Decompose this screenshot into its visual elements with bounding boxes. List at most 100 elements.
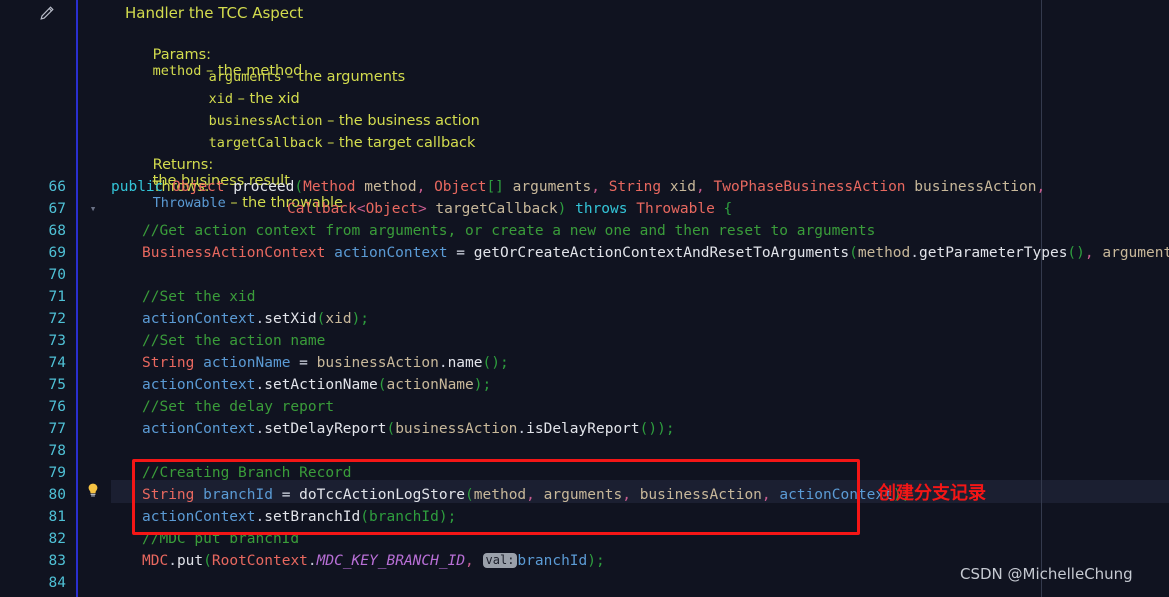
token-comma: , — [465, 553, 483, 569]
line-number[interactable]: 78 — [6, 440, 66, 462]
line-number[interactable]: 76 — [6, 396, 66, 418]
token-type: Throwable — [636, 201, 715, 217]
token-variable: actionContext — [334, 245, 448, 261]
token-comma: , — [622, 487, 640, 503]
token-dot: . — [255, 509, 265, 525]
line-number[interactable]: 70 — [6, 264, 66, 286]
token-type: String — [142, 355, 195, 371]
token-paren: ); — [351, 311, 370, 327]
token-method-name: proceed — [233, 179, 295, 195]
token-operator: = — [447, 245, 474, 261]
token-param: xid — [661, 179, 697, 195]
token-class: MDC — [142, 553, 169, 569]
token-variable: actionContext — [142, 377, 256, 393]
token-dot: . — [438, 355, 448, 371]
token-type: Object — [434, 179, 487, 195]
line-number[interactable]: 73 — [6, 330, 66, 352]
token-type: Object — [365, 201, 418, 217]
code-line-77[interactable]: actionContext.setDelayReport(businessAct… — [142, 418, 675, 440]
token-generic-close: > — [417, 201, 427, 217]
token-keyword: public — [111, 179, 164, 195]
token-dot: . — [255, 311, 265, 327]
line-number[interactable]: 68 — [6, 220, 66, 242]
code-line-66[interactable]: public Object proceed(Method method, Obj… — [111, 176, 1045, 198]
line-number[interactable]: 69 — [6, 242, 66, 264]
token-method-call: getParameterTypes — [919, 245, 1068, 261]
token-generic-open: < — [356, 201, 366, 217]
token-arg: businessAction — [395, 421, 518, 437]
token-comma: , — [591, 179, 609, 195]
code-content[interactable]: public Object proceed ( Method method, Obj… — [111, 0, 1169, 597]
code-line-83[interactable]: MDC.put(RootContext.MDC_KEY_BRANCH_ID, v… — [142, 550, 605, 572]
line-number[interactable]: 66 — [6, 176, 66, 198]
token-type: String — [608, 179, 662, 195]
code-line-81[interactable]: actionContext.setBranchId(branchId); — [142, 506, 456, 528]
line-number[interactable]: 82 — [6, 528, 66, 550]
code-line-73[interactable]: //Set the action name — [142, 330, 325, 352]
code-line-76[interactable]: //Set the delay report — [142, 396, 334, 418]
token-arg: actionName — [386, 377, 474, 393]
token-comma: , — [416, 179, 435, 195]
line-number[interactable]: 74 — [6, 352, 66, 374]
code-line-79[interactable]: //Creating Branch Record — [142, 462, 352, 484]
line-number[interactable]: 83 — [6, 550, 66, 572]
token-brace: { — [714, 201, 733, 217]
token-method-call: put — [176, 553, 204, 569]
token-paren: ( — [465, 487, 474, 503]
code-line-68[interactable]: //Get action context from arguments, or … — [142, 220, 875, 242]
code-line-80[interactable]: String branchId = doTccActionLogStore(me… — [142, 484, 910, 506]
line-number[interactable]: 80 — [6, 484, 66, 506]
code-line-82[interactable]: //MDC put branchId — [142, 528, 299, 550]
pencil-icon[interactable] — [38, 4, 56, 22]
code-line-75[interactable]: actionContext.setActionName(actionName); — [142, 374, 491, 396]
line-number[interactable]: 72 — [6, 308, 66, 330]
inlay-hint-val: val: — [482, 553, 518, 568]
code-line-72[interactable]: actionContext.setXid(xid); — [142, 308, 369, 330]
token-paren: (); — [482, 355, 509, 371]
token-arg: branchId — [369, 509, 439, 525]
line-number[interactable]: 79 — [6, 462, 66, 484]
token-param: targetCallback — [426, 201, 558, 217]
chevron-down-icon[interactable]: ▾ — [84, 198, 102, 220]
token-paren: ( — [849, 245, 858, 261]
code-line-74[interactable]: String actionName = businessAction.name(… — [142, 352, 509, 374]
token-dot: . — [517, 421, 527, 437]
token-paren: () — [1067, 245, 1085, 261]
token-type: Method — [303, 179, 356, 195]
chinese-annotation-label: 创建分支记录 — [878, 483, 986, 504]
token-method-call: setXid — [264, 311, 317, 327]
token-dot: . — [307, 553, 317, 569]
token-variable: actionContext — [142, 509, 256, 525]
code-line-67[interactable]: Callback<Object> targetCallback) throws … — [287, 198, 732, 220]
token-dot: . — [255, 377, 265, 393]
token-arg: method — [857, 245, 911, 261]
line-number[interactable]: 67 — [6, 198, 66, 220]
token-paren: ()); — [639, 421, 675, 437]
token-variable: branchId — [194, 487, 273, 503]
token-dot: . — [168, 553, 177, 569]
token-comma: , — [1036, 179, 1046, 195]
token-method-call: setDelayReport — [264, 421, 387, 437]
line-number[interactable]: 75 — [6, 374, 66, 396]
code-line-69[interactable]: BusinessActionContext actionContext = ge… — [142, 242, 1169, 264]
token-param: method — [355, 179, 417, 195]
token-dot: . — [255, 421, 265, 437]
token-paren: ); — [473, 377, 492, 393]
token-method-call: setBranchId — [264, 509, 361, 525]
token-type: BusinessActionContext — [142, 245, 326, 261]
line-number[interactable]: 81 — [6, 506, 66, 528]
token-operator: = — [290, 355, 317, 371]
line-number[interactable]: 71 — [6, 286, 66, 308]
line-number[interactable]: 77 — [6, 418, 66, 440]
token-variable: actionContext — [142, 421, 256, 437]
token-comma: , — [1084, 245, 1103, 261]
token-variable: actionContext — [779, 487, 893, 503]
lightbulb-icon[interactable] — [82, 482, 104, 504]
token-comma: , — [761, 487, 780, 503]
token-arg: arguments — [543, 487, 623, 503]
token-method-call: name — [447, 355, 483, 371]
token-paren: ); — [438, 509, 457, 525]
token-arg: businessAction — [316, 355, 439, 371]
code-line-71[interactable]: //Set the xid — [142, 286, 256, 308]
line-number[interactable]: 84 — [6, 572, 66, 594]
